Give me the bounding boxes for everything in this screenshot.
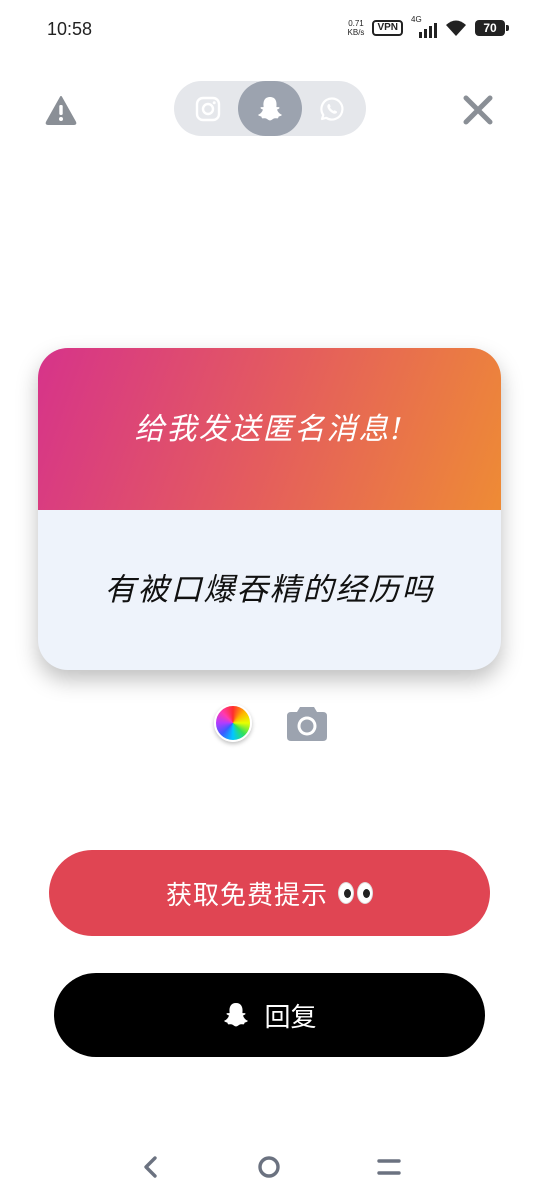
home-circle-icon xyxy=(258,1156,280,1178)
status-indicators: 0.71 KB/s VPN 4G 70 xyxy=(348,15,509,38)
snapchat-ghost-icon xyxy=(258,96,282,120)
card-header: 给我发送匿名消息! xyxy=(38,348,501,510)
card-body: 有被口爆吞精的经历吗 xyxy=(38,510,501,670)
tab-instagram[interactable] xyxy=(180,81,236,136)
reply-button[interactable]: 回复 xyxy=(54,973,485,1057)
network-speed-value: 0.71 xyxy=(348,19,364,28)
back-chevron-icon xyxy=(144,1156,157,1178)
get-free-hint-button[interactable]: 获取免费提示 xyxy=(49,850,490,936)
nav-recents-button[interactable] xyxy=(374,1152,404,1182)
nav-back-button[interactable] xyxy=(136,1152,166,1182)
battery-indicator: 70 xyxy=(475,20,509,36)
tab-whatsapp[interactable] xyxy=(304,81,360,136)
get-free-hint-label: 获取免费提示 xyxy=(165,880,328,911)
warning-icon xyxy=(45,96,77,125)
cellular-signal-icon: 4G xyxy=(411,15,437,38)
status-bar: 10:58 0.71 KB/s VPN 4G 70 xyxy=(0,0,539,60)
camera-button[interactable] xyxy=(285,701,329,745)
report-button[interactable] xyxy=(44,93,78,127)
eyes-emoji-icon xyxy=(338,882,373,904)
color-wheel-icon[interactable] xyxy=(214,704,252,742)
card-title: 给我发送匿名消息! xyxy=(134,412,405,447)
instagram-icon xyxy=(195,96,221,121)
network-speed: 0.71 KB/s xyxy=(348,19,365,37)
wifi-icon xyxy=(446,20,466,36)
whatsapp-icon xyxy=(320,96,344,121)
close-button[interactable] xyxy=(460,92,496,128)
status-time: 10:58 xyxy=(47,19,93,39)
snapchat-ghost-icon xyxy=(224,1003,249,1027)
close-icon xyxy=(463,95,493,125)
screen: 10:58 0.71 KB/s VPN 4G 70 给我发送匿名消息! 有被口爆… xyxy=(0,0,539,1200)
nav-home-button[interactable] xyxy=(254,1152,284,1182)
platform-switcher xyxy=(174,81,366,136)
tab-snapchat[interactable] xyxy=(238,81,302,136)
message-card: 给我发送匿名消息! 有被口爆吞精的经历吗 xyxy=(38,348,501,670)
vpn-badge: VPN xyxy=(372,20,403,36)
system-nav-bar xyxy=(0,1140,539,1190)
card-message: 有被口爆吞精的经历吗 xyxy=(104,571,435,608)
network-speed-unit: KB/s xyxy=(347,28,365,37)
reply-label: 回复 xyxy=(264,1002,317,1033)
camera-icon xyxy=(287,707,327,741)
recents-icon xyxy=(377,1159,401,1175)
